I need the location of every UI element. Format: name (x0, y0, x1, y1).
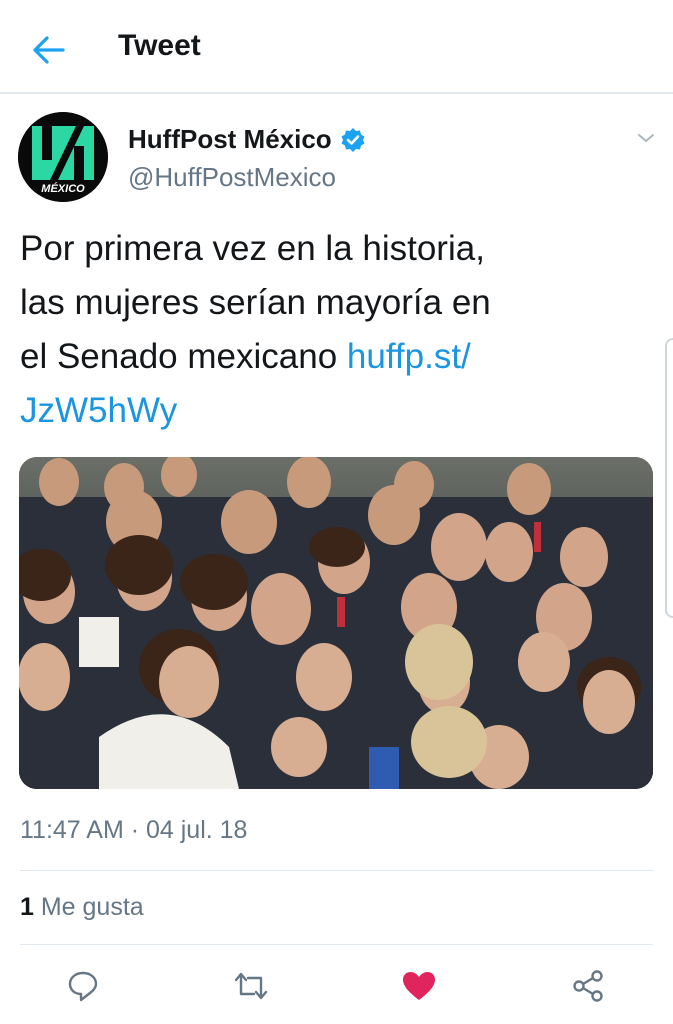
huffpost-logo-icon: MÉXICO (18, 112, 108, 202)
retweet-button[interactable] (231, 966, 271, 1006)
author-handle[interactable]: @HuffPostMexico (128, 162, 336, 193)
top-bar: Tweet (0, 0, 673, 94)
svg-text:MÉXICO: MÉXICO (41, 182, 85, 195)
senators-group-photo (19, 457, 653, 789)
author-display-name[interactable]: HuffPost México (128, 124, 366, 155)
tweet-actions-bar (0, 958, 673, 1012)
tweet-author: MÉXICO HuffPost México @HuffPostMexico (18, 112, 658, 202)
tweet-text-line: JzW5hWy (20, 384, 640, 438)
tweet-text: Por primera vez en la historia, las muje… (20, 222, 640, 438)
author-name-text: HuffPost México (128, 124, 332, 154)
tweet-photo[interactable] (19, 457, 653, 789)
tweet-text-segment: el Senado mexicano (20, 337, 347, 376)
divider (20, 870, 653, 871)
like-button[interactable] (399, 966, 439, 1006)
tweet-link-continued[interactable]: JzW5hWy (20, 391, 177, 430)
likes-label: Me gusta (33, 893, 144, 921)
tweet-text-line: el Senado mexicano huffp.st/ (20, 330, 640, 384)
tweet-link[interactable]: huffp.st/ (347, 337, 471, 376)
tweet-text-line: las mujeres serían mayoría en (20, 283, 491, 322)
share-icon (573, 970, 603, 1002)
chevron-down-icon (638, 134, 654, 142)
tweet-text-line: Por primera vez en la historia, (20, 229, 485, 268)
divider (20, 944, 653, 945)
reply-icon (68, 971, 98, 1002)
page-title: Tweet (118, 29, 201, 62)
likes-number: 1 (20, 893, 34, 921)
tweet-menu-button[interactable] (634, 126, 658, 150)
share-button[interactable] (568, 966, 608, 1006)
heart-icon (403, 972, 435, 1000)
tweet-timestamp: 11:47 AM · 04 jul. 18 (20, 816, 248, 844)
back-button[interactable] (28, 30, 68, 70)
avatar[interactable]: MÉXICO (18, 112, 108, 202)
likes-count[interactable]: 1 Me gusta (20, 893, 144, 922)
verified-badge-icon (341, 127, 365, 152)
reply-button[interactable] (63, 966, 103, 1006)
retweet-icon (234, 972, 268, 1000)
scrollbar-edge[interactable] (665, 338, 673, 618)
arrow-left-icon (33, 36, 65, 64)
